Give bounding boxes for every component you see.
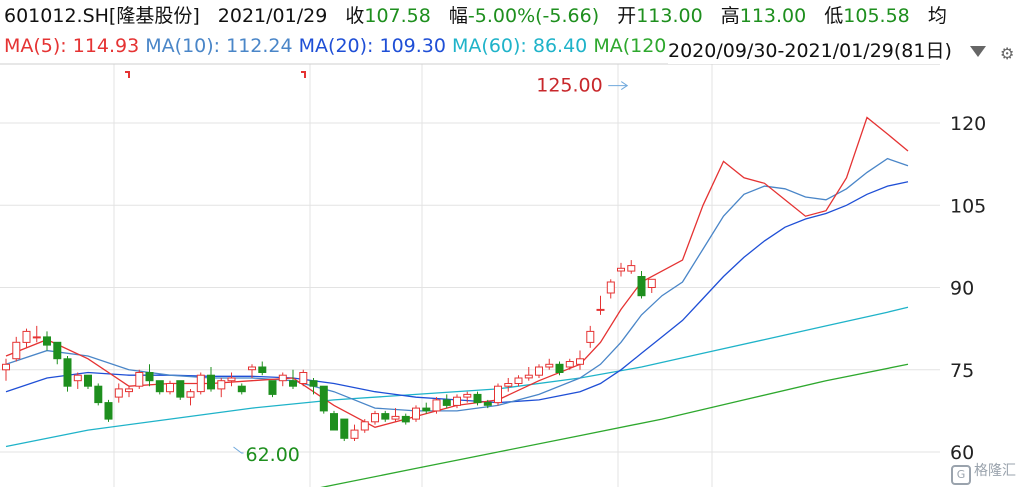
ma60-legend: MA(60): 86.40 [452, 35, 588, 57]
candle-body [114, 388, 123, 398]
candle-body [576, 358, 584, 365]
candle-body [586, 330, 595, 343]
candle-body [248, 366, 256, 371]
candle-body [299, 372, 308, 384]
watermark-text: 格隆汇 [974, 463, 1016, 479]
candle-body [391, 415, 400, 420]
candle-body [524, 374, 533, 379]
candle-body [22, 330, 31, 343]
watermark-logo: G 格隆汇 [951, 460, 1016, 485]
candle-body [432, 399, 441, 412]
ma120-line [320, 363, 909, 487]
candle-body [360, 421, 369, 431]
candle-body [94, 385, 103, 404]
y-tick-label: 105 [950, 195, 986, 217]
candle-body [155, 380, 164, 393]
candle-body [319, 385, 328, 412]
event-marker-0 [125, 71, 130, 78]
candle-body [2, 363, 10, 371]
candle-body [473, 393, 482, 404]
candle-body [73, 374, 82, 382]
stock-code: 601012.SH[隆基股份] [4, 5, 200, 27]
y-tick-label: 75 [950, 360, 974, 382]
open-label: 开 [617, 5, 637, 27]
candle-body [166, 383, 174, 393]
y-tick-label: 120 [950, 113, 986, 135]
candle-body [330, 413, 338, 431]
close-label: 收 [345, 5, 365, 27]
quote-date: 2021/01/29 [217, 5, 328, 27]
candle-body [453, 396, 461, 406]
candle-body [350, 429, 359, 439]
candle-body [237, 385, 246, 393]
candle-body [53, 341, 62, 360]
low-value: 105.58 [843, 5, 910, 27]
low-annotation-label: 62.00 [246, 444, 300, 466]
high-annotation-label: 125.00 [536, 75, 602, 97]
ma10-legend: MA(10): 112.24 [145, 35, 293, 57]
candle-body [278, 374, 287, 382]
candle-body [32, 336, 41, 339]
candle-body [176, 380, 185, 398]
logo-g-icon: G [951, 465, 971, 485]
candle-body [309, 380, 318, 387]
candle-body [494, 385, 502, 404]
candle-body [196, 374, 205, 393]
candle-body [135, 372, 144, 387]
candlestick-chart[interactable]: 607590105120125.0062.00 [0, 0, 1027, 487]
high-label: 高 [720, 5, 740, 27]
candle-body [565, 361, 574, 368]
candle-body [617, 267, 625, 272]
candle-body [412, 407, 420, 420]
candle-body [555, 363, 564, 373]
y-tick-label: 90 [950, 278, 974, 300]
candle-body [268, 380, 277, 395]
candle-body [217, 380, 226, 390]
ma20-legend: MA(20): 109.30 [298, 35, 446, 57]
candle-body [63, 358, 72, 387]
candle-body [483, 402, 492, 406]
candle-body [104, 402, 113, 420]
avg-label: 均 [927, 5, 947, 27]
candle-body [596, 308, 605, 311]
candle-body [442, 399, 451, 406]
close-value: 107.58 [364, 5, 431, 27]
candle-body [514, 377, 523, 384]
candle-body [401, 415, 410, 423]
open-value: 113.00 [636, 5, 703, 27]
settings-gear-icon[interactable]: ⚙ [1000, 44, 1014, 63]
candle-body [637, 276, 646, 297]
candle-body [371, 413, 379, 423]
high-value: 113.00 [739, 5, 807, 27]
candle-body [463, 393, 472, 398]
candle-body [207, 374, 215, 390]
candle-body [535, 366, 543, 376]
candle-body [545, 363, 554, 368]
ma5-legend: MA(5): 114.93 [4, 35, 140, 57]
candle-body [340, 418, 349, 439]
candle-body [227, 377, 236, 382]
candle-body [627, 265, 636, 272]
change-value: -5.00%(-5.66) [467, 5, 600, 27]
candle-body [381, 413, 390, 420]
candle-body [186, 391, 195, 398]
range-dropdown-icon[interactable] [970, 46, 986, 57]
candle-body [12, 341, 21, 360]
candle-body [145, 372, 154, 382]
candle-body [422, 407, 431, 412]
candle-body [504, 383, 513, 387]
low-label: 低 [824, 5, 844, 27]
change-label: 幅 [448, 5, 468, 27]
candle-body [258, 366, 267, 373]
date-range-selector[interactable]: 2020/09/30-2021/01/29(81日) [668, 38, 968, 64]
candle-body [125, 388, 133, 393]
candle-body [84, 374, 92, 387]
quote-header: 601012.SH[隆基股份] 2021/01/29 收107.58 幅-5.0… [4, 2, 1024, 30]
candle-body [289, 380, 297, 387]
candle-body [43, 336, 51, 346]
event-marker-1 [301, 71, 306, 78]
candle-body [647, 278, 656, 288]
candle-body [606, 281, 615, 294]
